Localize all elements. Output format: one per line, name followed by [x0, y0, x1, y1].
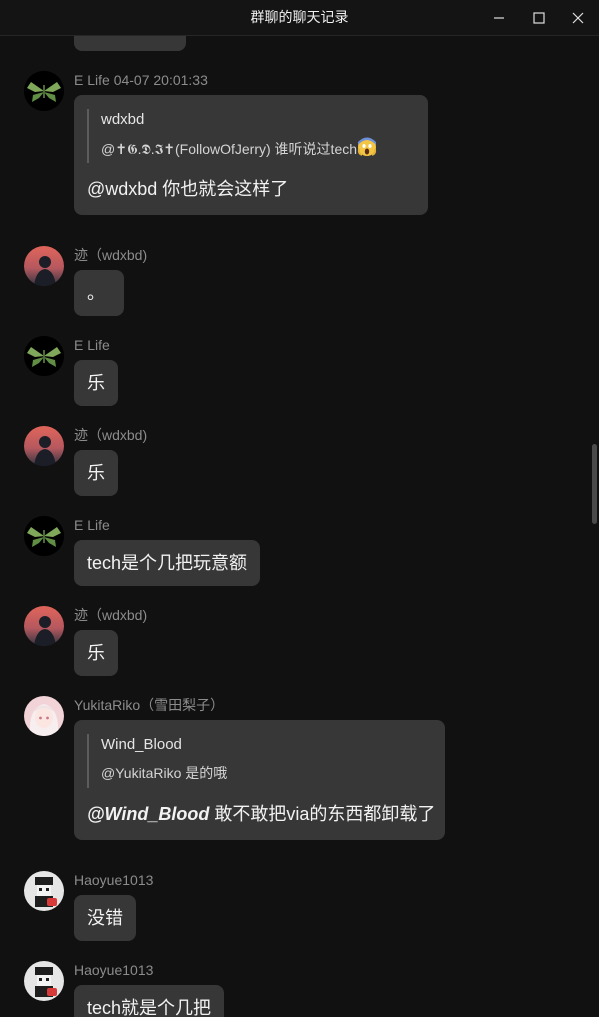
minimize-icon: [494, 16, 504, 19]
minimize-button[interactable]: [479, 0, 519, 35]
sender-name: E Life 04-07 20:01:33: [74, 72, 208, 88]
sender-name: E Life: [74, 337, 110, 353]
mention[interactable]: @Wind_Blood: [87, 804, 209, 824]
scrollbar[interactable]: [591, 36, 599, 1017]
chat-history[interactable]: E Life 04-07 20:01:33 wdxbd @✝𝕲.𝕯.𝕴✝(Fol…: [0, 36, 599, 1017]
sunset-avatar[interactable]: [24, 606, 64, 646]
message-bubble[interactable]: tech就是个几把: [74, 985, 225, 1017]
pixel-avatar[interactable]: [24, 961, 64, 1001]
quoted-sender: Wind_Blood: [101, 736, 182, 753]
message-bubble[interactable]: 乐: [74, 360, 118, 406]
anime-girl-avatar[interactable]: [24, 696, 64, 736]
quoted-reply[interactable]: Wind_Blood @YukitaRiko 是的哦: [87, 734, 432, 788]
partial-message-bubble: [74, 36, 186, 51]
message-bubble[interactable]: 乐: [74, 630, 118, 676]
message-text: @wdxbd 你也就会这样了: [87, 179, 289, 199]
sender-name: E Life: [74, 517, 110, 533]
sunset-avatar[interactable]: [24, 246, 64, 286]
quoted-text: @YukitaRiko 是的哦: [101, 765, 228, 781]
sender-name: Haoyue1013: [74, 962, 154, 978]
sender-name: 迹（wdxbd): [74, 607, 148, 623]
sender-name: 迹（wdxbd): [74, 247, 148, 263]
title-bar: 群聊的聊天记录: [0, 0, 599, 36]
message-bubble[interactable]: tech是个几把玩意额: [74, 540, 261, 586]
sender-name: 迹（wdxbd): [74, 427, 148, 443]
sender-name: Haoyue1013: [74, 872, 154, 888]
scrollbar-thumb[interactable]: [592, 444, 597, 524]
maximize-button[interactable]: [519, 0, 559, 35]
close-icon: [572, 12, 584, 23]
quoted-text-content: @✝𝕲.𝕯.𝕴✝(FollowOfJerry) 谁听说过tech: [101, 141, 358, 157]
moth-avatar[interactable]: [24, 71, 64, 111]
close-button[interactable]: [558, 0, 598, 35]
scream-emoji-icon: [357, 137, 377, 156]
quoted-text: @✝𝕲.𝕯.𝕴✝(FollowOfJerry) 谁听说过tech: [101, 137, 415, 163]
message-text: @Wind_Blood 敢不敢把via的东西都卸载了: [87, 802, 436, 826]
message-bubble[interactable]: Wind_Blood @YukitaRiko 是的哦 @Wind_Blood 敢…: [74, 720, 445, 840]
message-bubble[interactable]: 没错: [74, 895, 136, 941]
quoted-sender: wdxbd: [101, 111, 145, 128]
sender-name: YukitaRiko（雪田梨子）: [74, 697, 225, 713]
maximize-icon: [533, 11, 545, 24]
moth-avatar[interactable]: [24, 336, 64, 376]
sunset-avatar[interactable]: [24, 426, 64, 466]
moth-avatar[interactable]: [24, 516, 64, 556]
message-bubble[interactable]: wdxbd @✝𝕲.𝕯.𝕴✝(FollowOfJerry) 谁听说过tech @…: [74, 95, 428, 215]
message-bubble[interactable]: 。: [74, 270, 124, 316]
quoted-reply[interactable]: wdxbd @✝𝕲.𝕯.𝕴✝(FollowOfJerry) 谁听说过tech: [87, 109, 415, 163]
pixel-avatar[interactable]: [24, 871, 64, 911]
message-bubble[interactable]: 乐: [74, 450, 118, 496]
message-text-content: 敢不敢把via的东西都卸载了: [209, 804, 436, 824]
